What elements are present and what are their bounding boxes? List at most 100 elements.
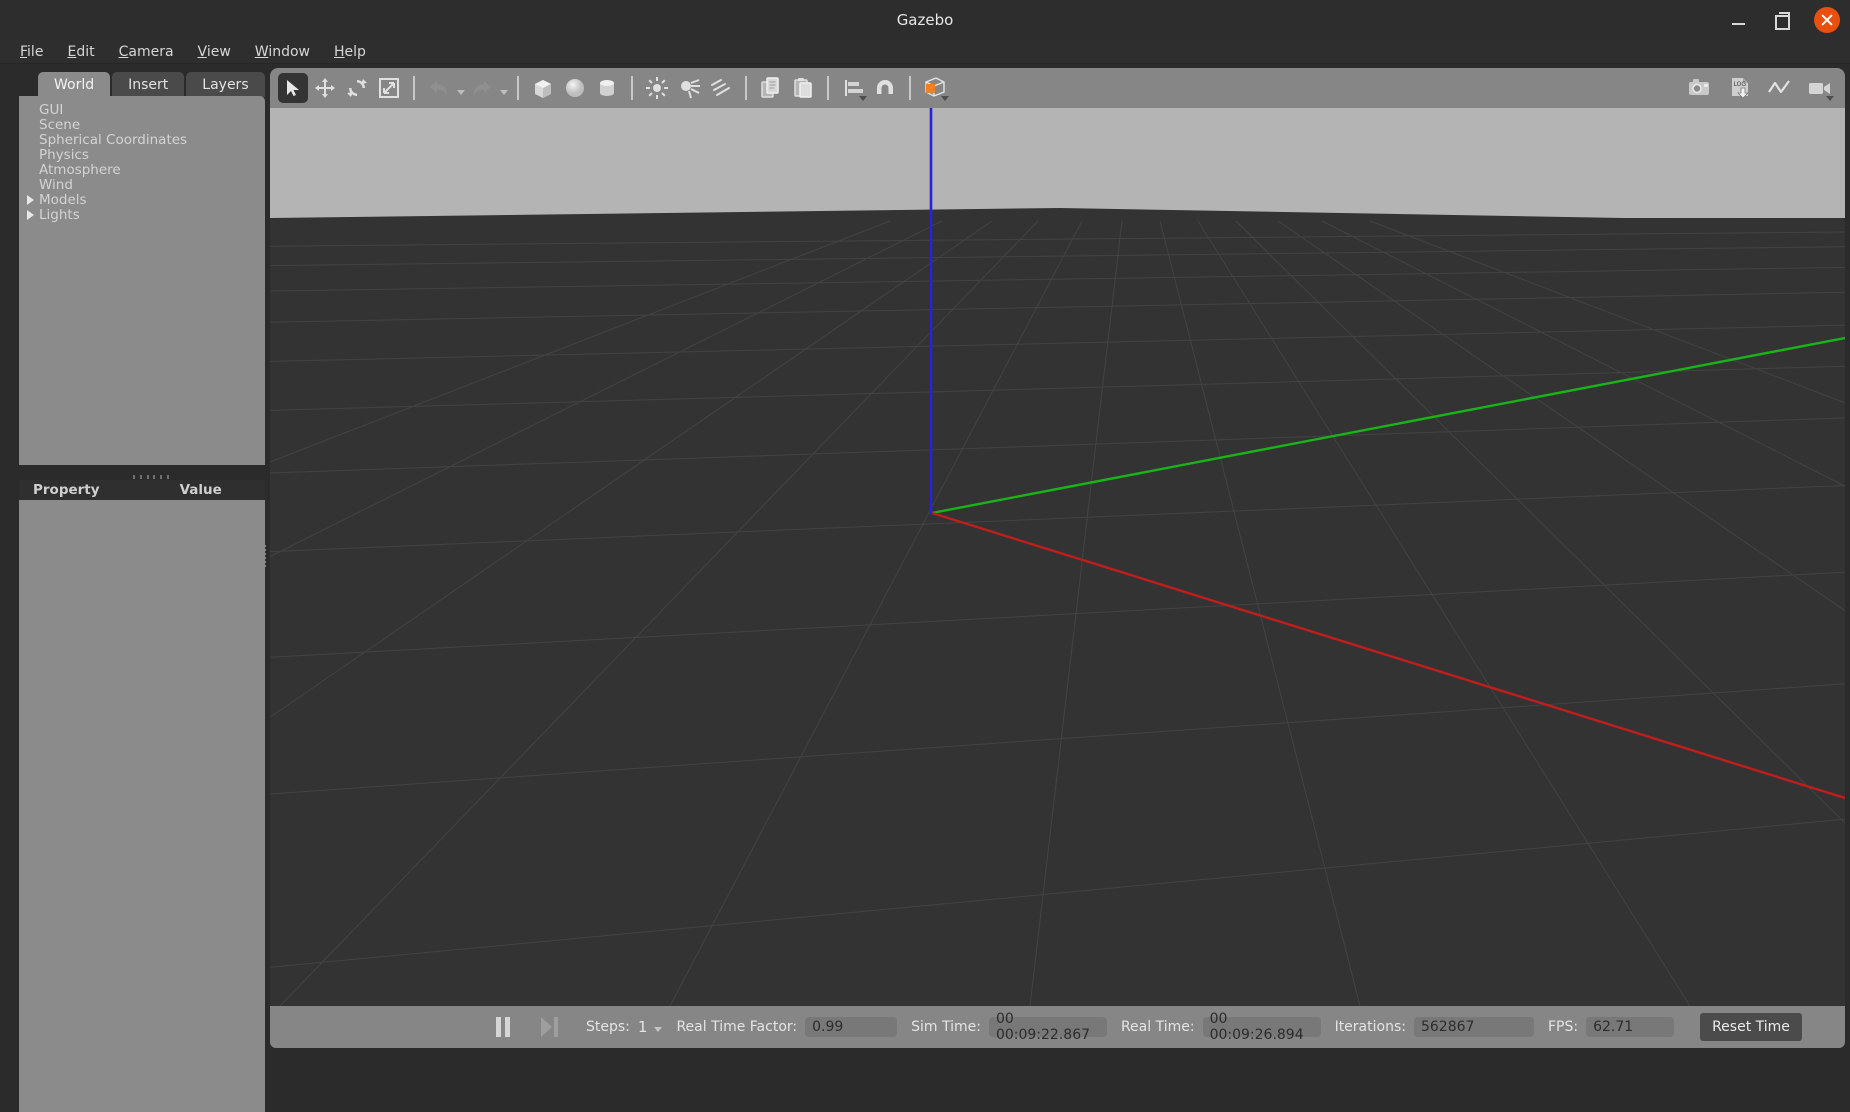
insert-point-light-button[interactable] — [642, 73, 672, 103]
rotate-mode-button[interactable] — [342, 73, 372, 103]
tree-item-label: Atmosphere — [39, 161, 121, 178]
toolbar-separator — [745, 76, 747, 100]
fps-label: FPS: — [1547, 1019, 1579, 1035]
column-header-value[interactable]: Value — [180, 482, 222, 498]
tree-item-gui[interactable]: GUI — [19, 101, 265, 118]
column-header-property[interactable]: Property — [33, 482, 100, 498]
tree-item-atmosphere[interactable]: Atmosphere — [19, 161, 265, 178]
undo-button[interactable] — [424, 73, 454, 103]
steps-value[interactable]: 1 — [638, 1018, 648, 1036]
steps-dropdown-icon[interactable] — [654, 1027, 663, 1032]
toolbar-left-group — [278, 68, 950, 108]
align-button[interactable] — [838, 73, 868, 103]
panel-splitter[interactable] — [133, 474, 169, 479]
svg-text:LOG: LOG — [1734, 81, 1747, 88]
record-video-button[interactable] — [1805, 73, 1835, 103]
menu-help[interactable]: Help — [322, 42, 378, 62]
chevron-down-icon[interactable] — [941, 96, 949, 101]
plot-button[interactable] — [1765, 73, 1795, 103]
insert-spot-light-button[interactable] — [674, 73, 704, 103]
menu-bar: File Edit Camera View Window Help — [0, 40, 1850, 64]
scale-mode-button[interactable] — [374, 73, 404, 103]
select-mode-button[interactable] — [278, 73, 308, 103]
tree-item-label: Lights — [39, 206, 80, 223]
tree-item-label: Scene — [39, 116, 81, 133]
tree-item-spherical-coordinates[interactable]: Spherical Coordinates — [19, 131, 265, 148]
step-forward-button[interactable] — [536, 1014, 562, 1040]
render-panel: LOG Steps: 1 Real Time Factor: 0.99 Sim … — [270, 68, 1845, 1048]
tab-layers[interactable]: Layers — [186, 72, 265, 97]
pause-button[interactable] — [490, 1014, 516, 1040]
tree-item-lights[interactable]: Lights — [19, 206, 265, 223]
paste-button[interactable] — [788, 73, 818, 103]
maximize-icon[interactable] — [1770, 7, 1796, 33]
toolbar-separator — [413, 76, 415, 100]
real-time-factor-label: Real Time Factor: — [676, 1019, 798, 1035]
tab-insert[interactable]: Insert — [112, 72, 185, 97]
3d-viewport[interactable] — [270, 108, 1845, 1006]
steps-label: Steps: — [586, 1019, 630, 1035]
menu-file[interactable]: File — [8, 42, 55, 62]
view-angle-button[interactable] — [920, 73, 950, 103]
insert-cylinder-button[interactable] — [592, 73, 622, 103]
chevron-down-icon[interactable] — [859, 96, 867, 101]
property-table-body[interactable] — [19, 500, 265, 1112]
status-bar: Steps: 1 Real Time Factor: 0.99 Sim Time… — [270, 1006, 1845, 1048]
title-bar: Gazebo — [0, 0, 1850, 40]
tree-item-label: Models — [39, 191, 87, 208]
snap-button[interactable] — [870, 73, 900, 103]
menu-camera[interactable]: Camera — [107, 42, 186, 62]
world-tree[interactable]: GUI Scene Spherical Coordinates Physics … — [19, 96, 265, 465]
real-time-value: 00 00:09:26.894 — [1202, 1011, 1321, 1043]
log-button[interactable]: LOG — [1725, 73, 1755, 103]
menu-window[interactable]: Window — [243, 42, 322, 62]
tree-item-label: Physics — [39, 146, 89, 163]
tree-item-label: GUI — [39, 101, 64, 118]
tree-item-label: Spherical Coordinates — [39, 131, 188, 148]
y-axis — [931, 336, 1845, 515]
redo-history-dropdown[interactable] — [500, 89, 508, 95]
close-icon[interactable] — [1814, 7, 1840, 33]
translate-mode-button[interactable] — [310, 73, 340, 103]
chevron-right-icon[interactable] — [27, 194, 34, 205]
main-toolbar: LOG — [270, 68, 1845, 108]
tree-item-scene[interactable]: Scene — [19, 116, 265, 133]
left-panel: World Insert Layers GUI Scene Spherical … — [5, 68, 265, 1112]
ground-grid — [270, 108, 1845, 1006]
property-table-header: Property Value — [19, 480, 265, 500]
reset-time-button[interactable]: Reset Time — [1700, 1013, 1802, 1041]
tree-item-models[interactable]: Models — [19, 191, 265, 208]
screenshot-button[interactable] — [1685, 73, 1715, 103]
insert-directional-light-button[interactable] — [706, 73, 736, 103]
x-axis — [931, 511, 1845, 800]
minimize-icon[interactable] — [1726, 7, 1752, 33]
undo-history-dropdown[interactable] — [457, 89, 465, 95]
sim-time-value: 00 00:09:22.867 — [988, 1011, 1107, 1043]
left-panel-tabs: World Insert Layers — [38, 72, 265, 97]
menu-edit[interactable]: Edit — [55, 42, 106, 62]
iterations-value: 562867 — [1413, 1017, 1534, 1037]
window-controls — [1726, 0, 1840, 40]
real-time-factor-value: 0.99 — [805, 1017, 898, 1037]
toolbar-separator — [517, 76, 519, 100]
fps-value: 62.71 — [1586, 1017, 1675, 1037]
menu-view[interactable]: View — [186, 42, 243, 62]
insert-box-button[interactable] — [528, 73, 558, 103]
tree-item-label: Wind — [39, 176, 73, 193]
insert-sphere-button[interactable] — [560, 73, 590, 103]
iterations-label: Iterations: — [1334, 1019, 1406, 1035]
chevron-right-icon[interactable] — [27, 209, 34, 220]
chevron-down-icon[interactable] — [1826, 96, 1834, 101]
tree-item-physics[interactable]: Physics — [19, 146, 265, 163]
copy-button[interactable] — [756, 73, 786, 103]
window-title: Gazebo — [896, 11, 954, 29]
tab-world[interactable]: World — [38, 72, 111, 97]
toolbar-separator — [827, 76, 829, 100]
toolbar-separator — [909, 76, 911, 100]
toolbar-right-group: LOG — [1685, 68, 1835, 108]
redo-button[interactable] — [467, 73, 497, 103]
sim-time-label: Sim Time: — [911, 1019, 981, 1035]
toolbar-separator — [631, 76, 633, 100]
tree-item-wind[interactable]: Wind — [19, 176, 265, 193]
main-splitter-handle-left[interactable] — [264, 545, 267, 567]
